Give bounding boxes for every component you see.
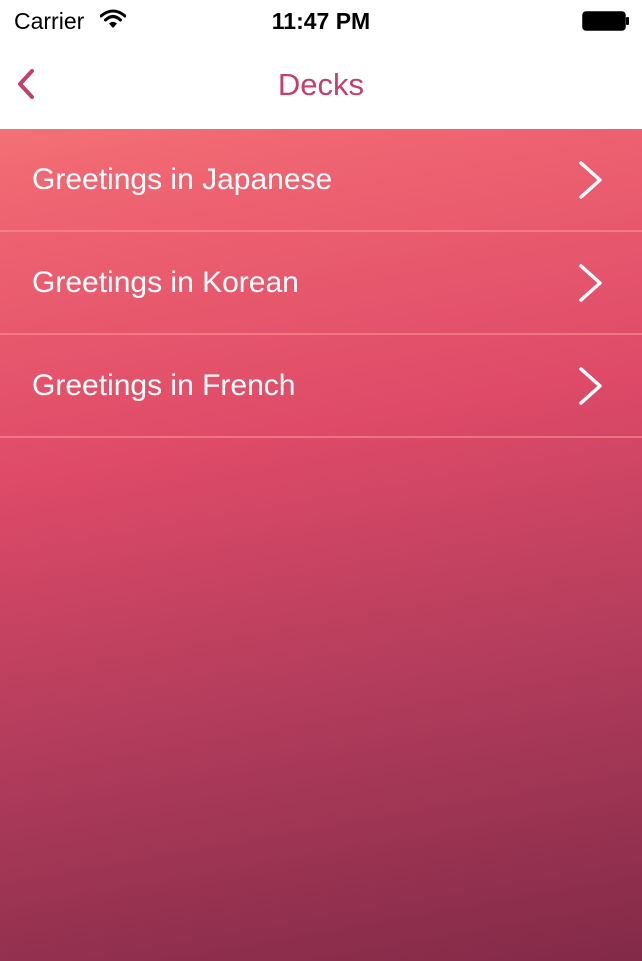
deck-list: Greetings in Japanese Greetings in Korea…	[0, 129, 642, 438]
deck-row-french[interactable]: Greetings in French	[0, 335, 642, 438]
deck-label: Greetings in Japanese	[32, 163, 333, 196]
app-screen: Carrier 11:47 PM Decks Greetings in Japa…	[0, 0, 642, 961]
deck-label: Greetings in Korean	[32, 266, 299, 299]
deck-row-korean[interactable]: Greetings in Korean	[0, 232, 642, 335]
chevron-right-icon	[579, 367, 602, 405]
status-time: 11:47 PM	[271, 8, 371, 34]
deck-label: Greetings in French	[32, 369, 296, 402]
status-bar: Carrier 11:47 PM	[0, 0, 642, 40]
deck-row-japanese[interactable]: Greetings in Japanese	[0, 129, 642, 232]
navigation-bar: Decks	[0, 40, 642, 129]
battery-icon	[582, 11, 629, 31]
chevron-right-icon	[579, 161, 602, 199]
chevron-right-icon	[579, 264, 602, 302]
page-title: Decks	[277, 67, 365, 102]
